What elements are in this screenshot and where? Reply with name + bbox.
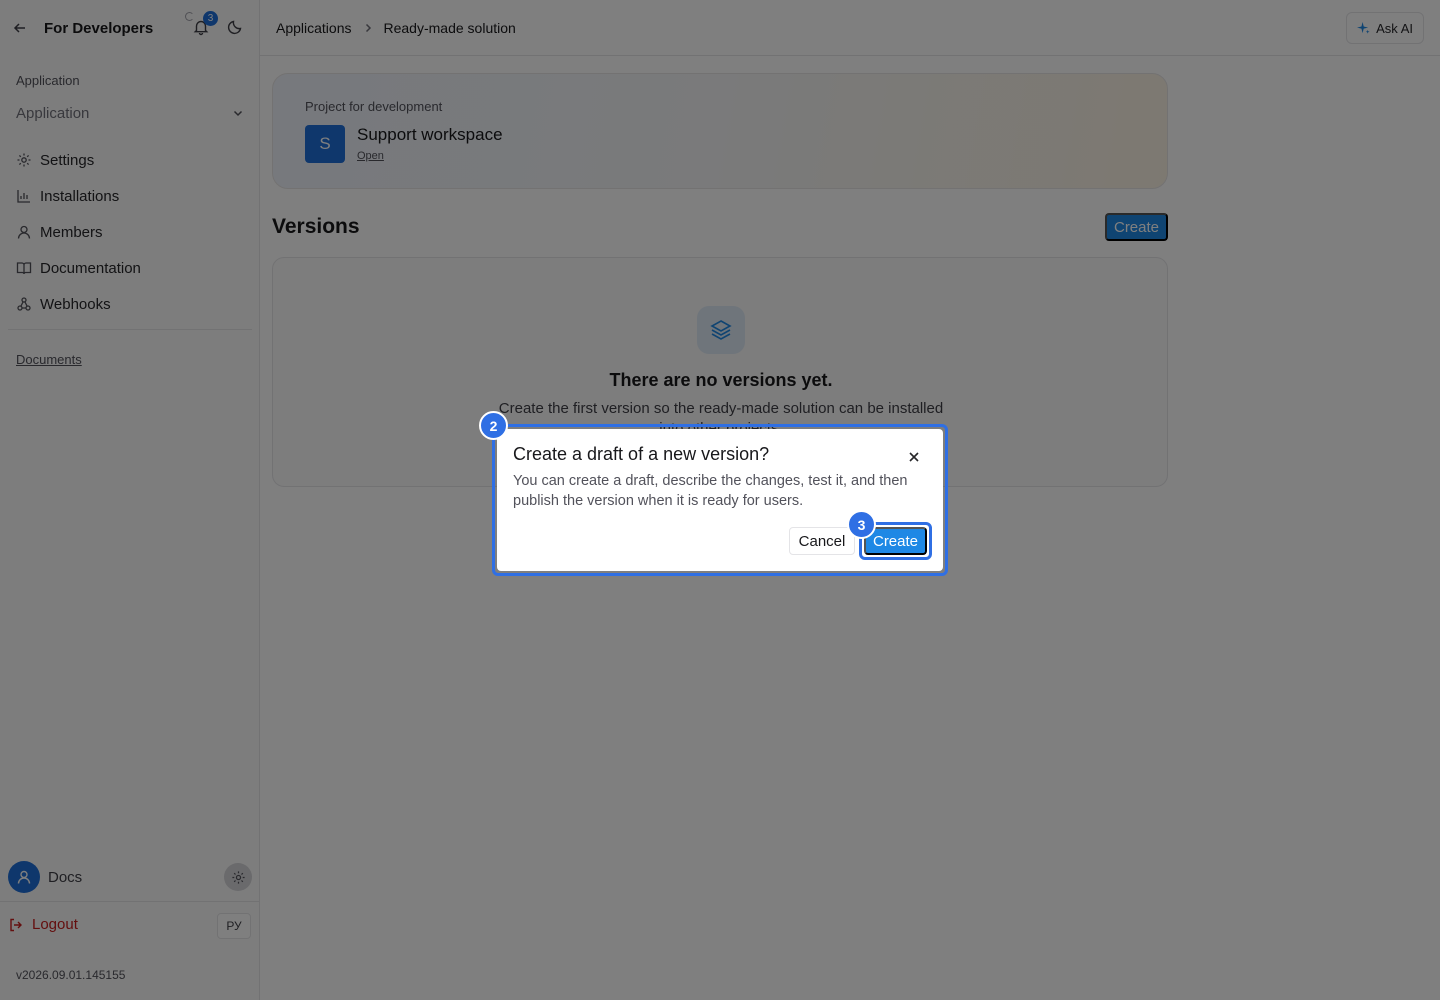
dialog-title: Create a draft of a new version? — [513, 444, 770, 464]
close-icon[interactable] — [907, 450, 921, 464]
step-badge-create: 3 — [847, 510, 876, 539]
dialog-body: You can create a draft, describe the cha… — [513, 473, 908, 509]
step-badge-dialog: 2 — [479, 411, 508, 440]
cancel-button[interactable]: Cancel — [789, 527, 855, 555]
